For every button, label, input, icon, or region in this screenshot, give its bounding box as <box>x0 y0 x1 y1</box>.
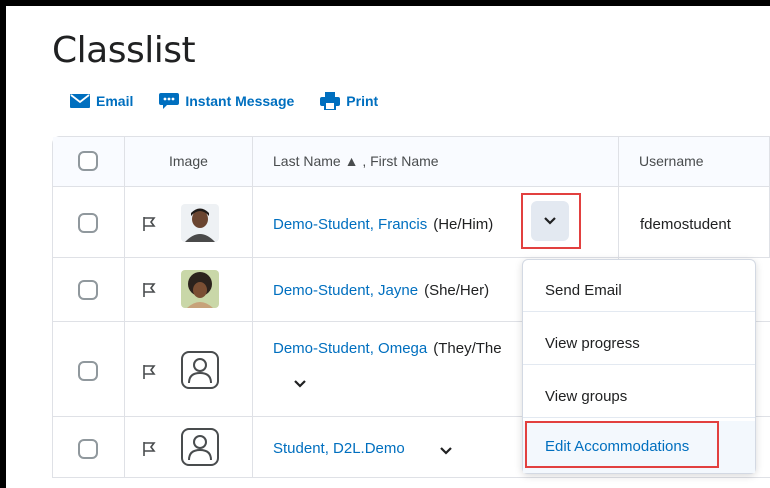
row-checkbox[interactable] <box>78 361 98 381</box>
chevron-down-icon[interactable] <box>293 379 307 389</box>
email-button[interactable]: Email <box>70 93 133 109</box>
header-image: Image <box>169 153 208 169</box>
student-name-link[interactable]: Demo-Student, Jayne (She/Her) <box>273 282 489 299</box>
user-placeholder-icon <box>181 351 219 389</box>
toolbar: Email Instant Message Print <box>70 92 404 110</box>
email-label: Email <box>96 93 134 109</box>
student-name-link[interactable]: Demo-Student, Francis (He/Him) <box>273 216 493 233</box>
print-button[interactable]: Print <box>320 92 378 110</box>
avatar <box>181 204 219 242</box>
flag-icon[interactable] <box>142 216 156 232</box>
highlight-box <box>521 193 581 249</box>
classlist-page: Classlist Email Instant Message Print Im… <box>6 6 770 488</box>
print-label: Print <box>346 93 379 109</box>
avatar <box>181 270 219 308</box>
chevron-down-icon[interactable] <box>439 446 453 456</box>
chat-bubble-icon <box>159 93 180 109</box>
row-checkbox[interactable] <box>78 213 98 233</box>
menu-item-view-progress[interactable]: View progress <box>523 313 755 365</box>
header-name-sort[interactable]: Last Name ▲ , First Name <box>273 153 439 169</box>
row-checkbox[interactable] <box>78 439 98 459</box>
menu-item-send-email[interactable]: Send Email <box>523 260 755 312</box>
student-name-link[interactable]: Student, D2L.Demo <box>273 440 405 457</box>
student-name-link[interactable]: Demo-Student, Omega (They/The <box>273 340 502 357</box>
column-divider <box>124 137 125 477</box>
user-placeholder-icon <box>181 428 219 466</box>
instant-message-label: Instant Message <box>185 93 295 109</box>
row-checkbox[interactable] <box>78 280 98 300</box>
highlight-box <box>525 421 719 468</box>
username-value: fdemostudent <box>640 216 731 233</box>
header-username[interactable]: Username <box>639 153 704 169</box>
instant-message-button[interactable]: Instant Message <box>159 93 294 109</box>
column-divider <box>252 137 253 477</box>
select-all-checkbox[interactable] <box>78 151 98 171</box>
envelope-icon <box>70 94 90 108</box>
flag-icon[interactable] <box>142 282 156 298</box>
flag-icon[interactable] <box>142 441 156 457</box>
menu-item-view-groups[interactable]: View groups <box>523 366 755 418</box>
flag-icon[interactable] <box>142 364 156 380</box>
printer-icon <box>320 92 341 110</box>
page-title: Classlist <box>52 30 196 71</box>
